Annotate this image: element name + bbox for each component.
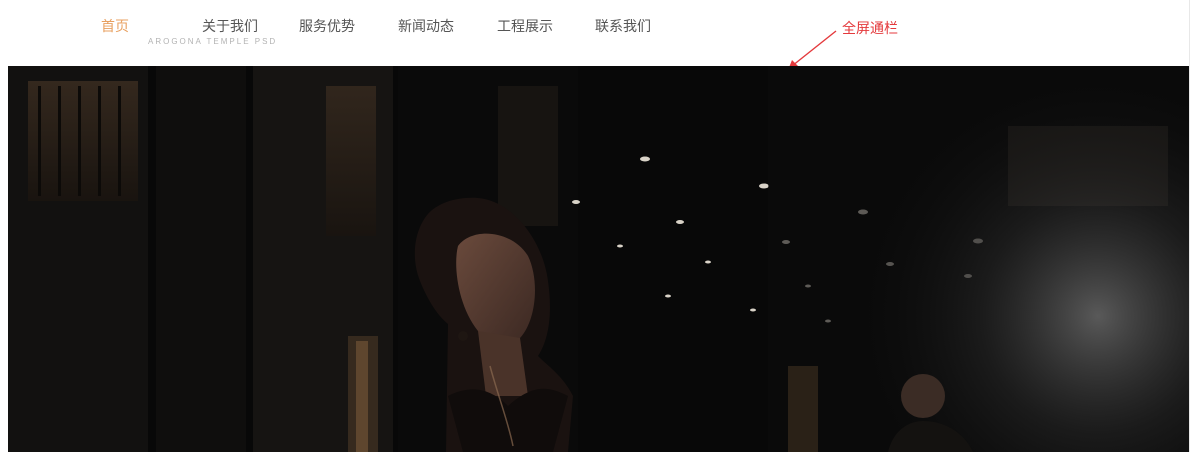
- nav-item-contact[interactable]: 联系我们: [595, 16, 651, 36]
- nav-item-services[interactable]: 服务优势: [299, 16, 355, 36]
- hero-banner-image: [8, 66, 1189, 452]
- nav-item-news[interactable]: 新闻动态: [398, 16, 454, 36]
- nav-item-about[interactable]: 关于我们: [202, 16, 258, 36]
- scrollbar-track[interactable]: [1189, 0, 1195, 452]
- top-navigation-bar: 首页 关于我们 服务优势 新闻动态 工程展示 联系我们 AROGONA TEMP…: [0, 0, 1195, 70]
- annotation-label: 全屏通栏: [842, 21, 898, 37]
- nav-subtitle: AROGONA TEMPLE PSD: [148, 37, 278, 46]
- hero-photo-scene: [8, 66, 1189, 452]
- nav-item-projects[interactable]: 工程展示: [497, 16, 553, 36]
- nav-item-home[interactable]: 首页: [101, 16, 129, 36]
